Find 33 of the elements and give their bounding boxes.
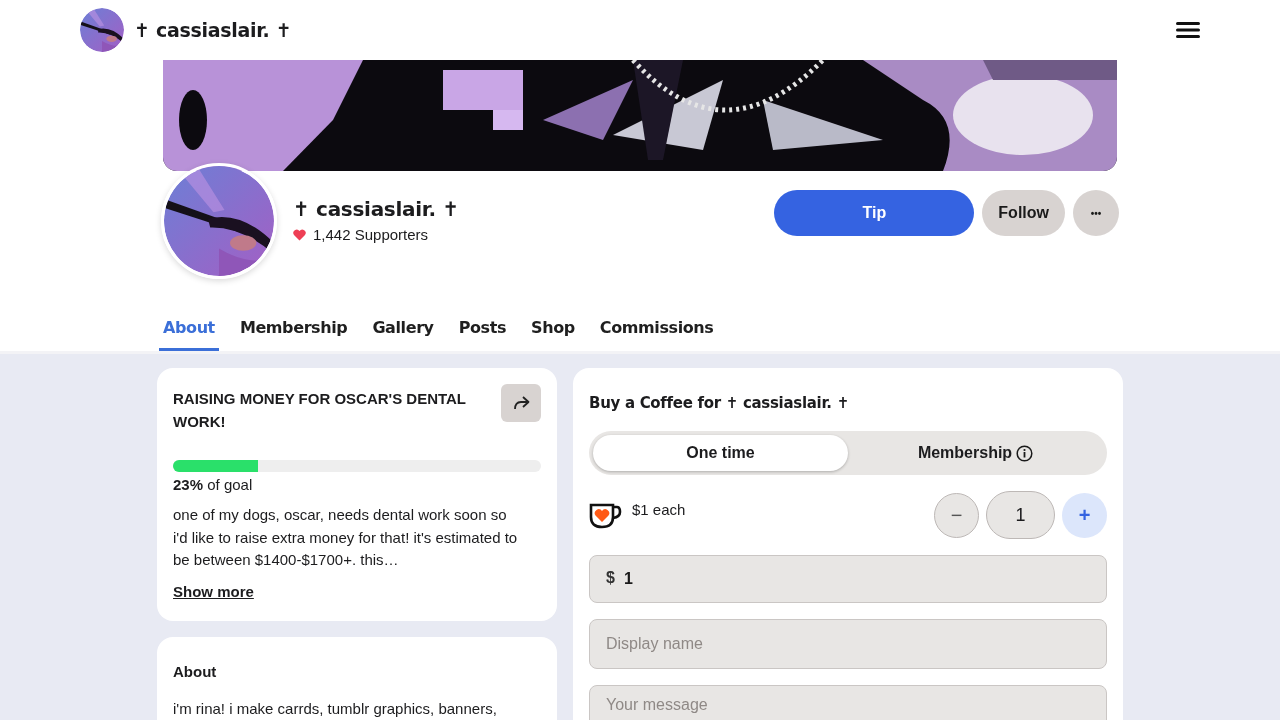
site-title[interactable]: ✝ cassiaslair. ✝ bbox=[134, 19, 292, 41]
goal-title: RAISING MONEY FOR OSCAR'S DENTAL WORK! bbox=[173, 389, 467, 432]
quantity-field[interactable]: 1 bbox=[986, 491, 1055, 539]
mode-tab[interactable]: One time bbox=[593, 435, 848, 471]
follow-button[interactable]: Follow bbox=[982, 190, 1065, 236]
about-text: i'm rina! i make carrds, tumblr graphics, banners, bbox=[173, 700, 498, 717]
heart-icon bbox=[293, 228, 306, 241]
message-field[interactable]: Your message bbox=[589, 685, 1107, 720]
creator-name: ✝ cassiaslair. ✝ bbox=[293, 197, 459, 221]
increase-button[interactable]: + bbox=[1062, 492, 1107, 538]
tab[interactable]: Shop bbox=[527, 303, 579, 351]
share-button[interactable] bbox=[501, 384, 541, 422]
tab[interactable]: Gallery bbox=[368, 303, 438, 351]
menu-icon[interactable] bbox=[1176, 21, 1200, 39]
goal-description: one of my dogs, oscar, needs dental work soon so i'd like to raise extra money for that! it's estimated to be between $1400-$1700+. this… bbox=[173, 505, 519, 570]
show-more-link[interactable]: Show more bbox=[173, 582, 254, 600]
decrease-button[interactable]: − bbox=[934, 492, 979, 538]
tab[interactable]: Membership bbox=[235, 303, 352, 351]
mode-tab[interactable]: Membership bbox=[848, 435, 1103, 471]
supporters-count: 1,442 Supporters bbox=[313, 226, 429, 243]
tip-button[interactable]: Tip bbox=[774, 190, 975, 236]
section-title: About bbox=[173, 663, 218, 680]
more-button[interactable]: ••• bbox=[1073, 190, 1119, 236]
coffee-cup-icon bbox=[589, 501, 622, 529]
card-title: Buy a Coffee for ✝ cassiaslair. ✝ bbox=[589, 394, 850, 412]
tab[interactable]: Commissions bbox=[595, 303, 718, 351]
display-name-field[interactable]: Display name bbox=[589, 619, 1107, 669]
price-label: $1 each bbox=[632, 500, 687, 518]
goal-progress-text: 23% of goal bbox=[173, 476, 254, 493]
share-icon bbox=[512, 396, 530, 410]
tab[interactable]: Posts bbox=[454, 303, 511, 351]
currency-label: $ bbox=[606, 569, 615, 587]
info-icon bbox=[1016, 444, 1034, 462]
